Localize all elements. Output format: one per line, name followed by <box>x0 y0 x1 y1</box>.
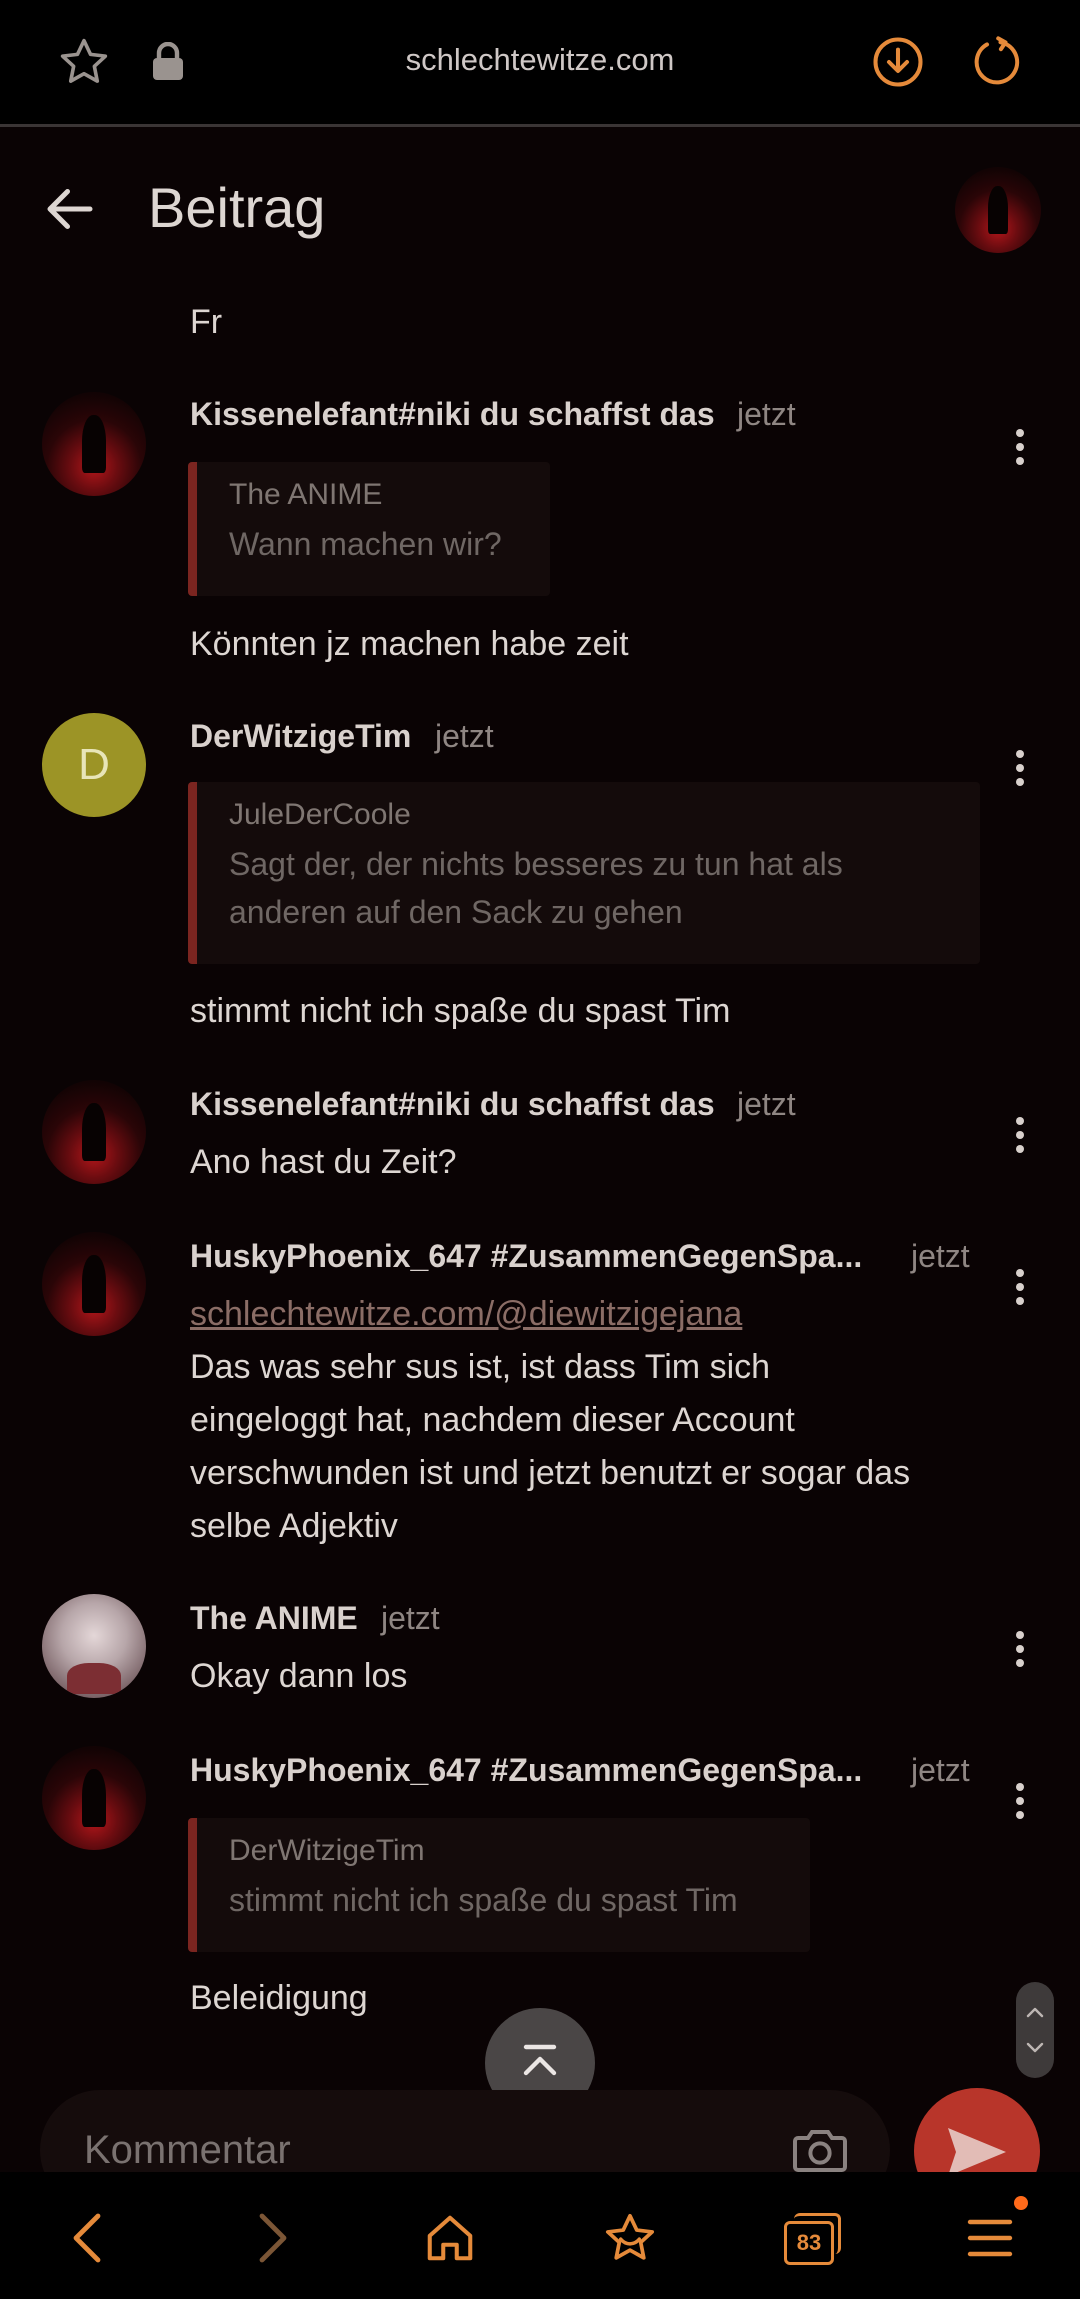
more-options-icon[interactable] <box>1000 1110 1040 1160</box>
avatar[interactable] <box>42 1594 146 1698</box>
comment-text: Beleidigung <box>190 1979 368 2017</box>
comment-author[interactable]: DerWitzigeTim <box>190 718 411 755</box>
comment-text: Okay dann los <box>190 1657 408 1695</box>
avatar[interactable] <box>42 1080 146 1184</box>
comment-author[interactable]: The ANIME <box>190 1600 358 1637</box>
comment-time: jetzt <box>911 1238 970 1274</box>
comment-time: jetzt <box>435 718 494 754</box>
back-icon[interactable] <box>58 2208 118 2268</box>
scroll-controls[interactable] <box>1016 1982 1054 2078</box>
quote-text-line: Sagt der, der nichts besseres zu tun hat… <box>229 846 843 882</box>
more-options-icon[interactable] <box>1000 1262 1040 1312</box>
page-title: Beitrag <box>148 176 326 239</box>
comment-time: jetzt <box>381 1600 440 1636</box>
menu-icon[interactable] <box>960 2208 1020 2268</box>
reload-icon[interactable] <box>966 32 1026 92</box>
download-icon[interactable] <box>868 32 928 92</box>
comment-time: jetzt <box>737 396 796 432</box>
avatar[interactable]: D <box>42 713 146 817</box>
more-options-icon[interactable] <box>1000 1624 1040 1674</box>
chevron-up-icon <box>523 2044 557 2076</box>
quoted-comment[interactable]: JuleDerCoole Sagt der, der nichts besser… <box>188 782 980 964</box>
quoted-comment[interactable]: The ANIME Wann machen wir? <box>188 462 550 596</box>
comment-author[interactable]: HuskyPhoenix_647 #ZusammenGegenSpa... <box>190 1752 862 1789</box>
browser-bottom-nav: 83 <box>0 2172 1080 2299</box>
quote-author: DerWitzigeTim <box>229 1834 425 1867</box>
comment-text: Ano hast du Zeit? <box>190 1143 457 1181</box>
comment-author[interactable]: Kissenelefant#niki du schaffst das <box>190 1086 715 1123</box>
comment-text-line: selbe Adjektiv <box>190 1507 398 1545</box>
camera-icon[interactable] <box>792 2124 852 2176</box>
notification-dot <box>1014 2196 1028 2210</box>
more-options-icon[interactable] <box>1000 422 1040 472</box>
more-options-icon[interactable] <box>1000 743 1040 793</box>
user-avatar[interactable] <box>955 167 1041 253</box>
app-header: Beitrag <box>0 127 1080 287</box>
quote-author: JuleDerCoole <box>229 798 411 831</box>
quote-text: Wann machen wir? <box>229 526 502 562</box>
comment-time: jetzt <box>911 1752 970 1788</box>
avatar[interactable] <box>42 392 146 496</box>
tab-count: 83 <box>784 2221 834 2265</box>
avatar[interactable] <box>42 1746 146 1850</box>
comment-text: Könnten jz machen habe zeit <box>190 625 629 663</box>
avatar-letter: D <box>78 740 110 789</box>
comment-text: stimmt nicht ich spaße du spast Tim <box>190 992 731 1030</box>
bookmarks-icon[interactable] <box>600 2208 660 2268</box>
browser-toolbar: schlechtewitze.com <box>0 0 1080 127</box>
back-arrow-icon[interactable] <box>40 179 110 239</box>
tabs-icon[interactable]: 83 <box>780 2208 844 2268</box>
comment-text-line: Das was sehr sus ist, ist dass Tim sich <box>190 1348 771 1386</box>
comment-text-line: verschwunden ist und jetzt benutzt er so… <box>190 1454 911 1492</box>
comment-input-placeholder: Kommentar <box>84 2128 291 2172</box>
quote-text-line: anderen auf den Sack zu gehen <box>229 894 683 930</box>
comment-text-line: eingeloggt hat, nachdem dieser Account <box>190 1401 795 1439</box>
quote-text: stimmt nicht ich spaße du spast Tim <box>229 1882 738 1918</box>
comment-time: jetzt <box>737 1086 796 1122</box>
forward-icon[interactable] <box>242 2208 302 2268</box>
profile-link[interactable]: schlechtewitze.com/@diewitzigejana <box>190 1288 742 1340</box>
home-icon[interactable] <box>420 2208 480 2268</box>
quoted-comment[interactable]: DerWitzigeTim stimmt nicht ich spaße du … <box>188 1818 810 1952</box>
comment-text-fragment: Fr <box>190 303 223 341</box>
comment-author[interactable]: HuskyPhoenix_647 #ZusammenGegenSpa... <box>190 1238 862 1275</box>
avatar[interactable] <box>42 1232 146 1336</box>
more-options-icon[interactable] <box>1000 1776 1040 1826</box>
quote-author: The ANIME <box>229 478 383 511</box>
comment-author[interactable]: Kissenelefant#niki du schaffst das <box>190 396 715 433</box>
